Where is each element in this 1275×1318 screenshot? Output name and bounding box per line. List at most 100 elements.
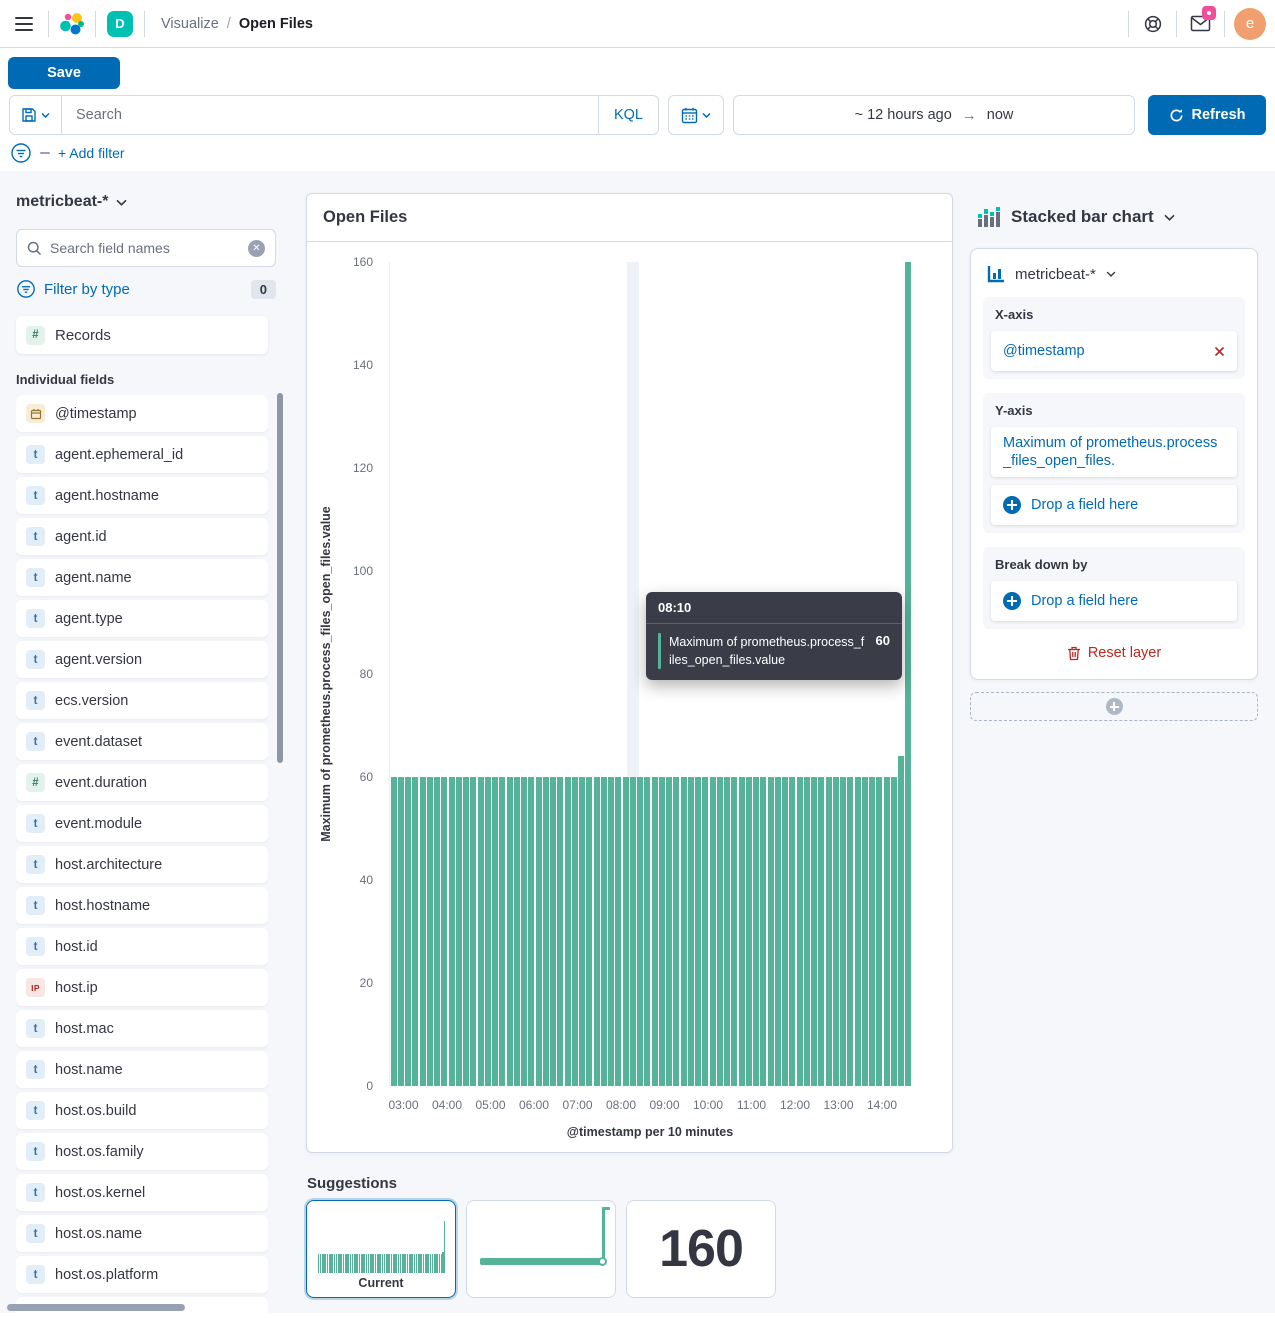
bar[interactable] [695, 777, 701, 1086]
bar[interactable] [717, 777, 723, 1086]
suggestion-metric[interactable]: 160 [626, 1200, 776, 1298]
bar[interactable] [608, 777, 614, 1086]
bar[interactable] [811, 777, 817, 1086]
field-list-item[interactable]: thost.os.platform [16, 1256, 268, 1293]
breadcrumb-visualize[interactable]: Visualize [161, 16, 219, 32]
bar[interactable] [623, 777, 629, 1086]
bar[interactable] [579, 777, 585, 1086]
bar[interactable] [434, 777, 440, 1086]
filter-by-type-link[interactable]: Filter by type [44, 281, 130, 298]
bar[interactable] [905, 262, 911, 1086]
bar[interactable] [826, 777, 832, 1086]
bar[interactable] [818, 777, 824, 1086]
bar[interactable] [514, 777, 520, 1086]
bar[interactable] [710, 777, 716, 1086]
bar[interactable] [463, 777, 469, 1086]
bar[interactable] [688, 777, 694, 1086]
bar[interactable] [659, 777, 665, 1086]
layer-index-pattern-switcher[interactable]: metricbeat-* [987, 265, 1243, 283]
elastic-logo[interactable] [49, 0, 95, 47]
bar[interactable] [594, 777, 600, 1086]
bar[interactable] [782, 777, 788, 1086]
bar[interactable] [441, 777, 447, 1086]
field-list-item[interactable]: thost.os.family [16, 1133, 268, 1170]
bar[interactable] [768, 777, 774, 1086]
bar[interactable] [775, 777, 781, 1086]
save-button[interactable]: Save [8, 57, 120, 89]
help-icon[interactable] [1129, 0, 1176, 47]
bar[interactable] [420, 777, 426, 1086]
field-list-item[interactable]: tevent.dataset [16, 723, 268, 760]
bar[interactable] [470, 777, 476, 1086]
bar[interactable] [492, 777, 498, 1086]
bar[interactable] [681, 777, 687, 1086]
bar[interactable] [521, 777, 527, 1086]
bar[interactable] [833, 777, 839, 1086]
bar[interactable] [876, 777, 882, 1086]
bar[interactable] [398, 777, 404, 1086]
x-dimension-label[interactable]: @timestamp [1003, 343, 1085, 359]
bar[interactable] [485, 777, 491, 1086]
bar[interactable] [550, 777, 556, 1086]
index-pattern-switcher[interactable]: metricbeat-* [0, 171, 292, 211]
bar[interactable] [412, 777, 418, 1086]
bar[interactable] [427, 777, 433, 1086]
query-language-button[interactable]: KQL [598, 96, 658, 134]
bar[interactable] [724, 777, 730, 1086]
bar[interactable] [586, 777, 592, 1086]
bar[interactable] [601, 777, 607, 1086]
field-list-item[interactable]: IPhost.ip [16, 969, 268, 1006]
bar[interactable] [898, 756, 904, 1086]
bar[interactable] [731, 777, 737, 1086]
bar[interactable] [855, 777, 861, 1086]
field-list-item[interactable]: tagent.name [16, 559, 268, 596]
bar[interactable] [572, 777, 578, 1086]
refresh-button[interactable]: Refresh [1148, 95, 1266, 135]
horizontal-scrollbar[interactable] [7, 1304, 185, 1311]
reset-layer-button[interactable]: Reset layer [983, 645, 1245, 661]
bar[interactable] [565, 777, 571, 1086]
field-list-item[interactable]: thost.os.build [16, 1092, 268, 1129]
filter-options-icon[interactable] [10, 142, 32, 164]
time-range-end[interactable]: now [987, 107, 1014, 123]
field-list-item[interactable]: tevent.module [16, 805, 268, 842]
bar[interactable] [543, 777, 549, 1086]
bar[interactable] [862, 777, 868, 1086]
time-range-start[interactable]: ~ 12 hours ago [855, 107, 952, 123]
date-picker-quick-menu-button[interactable] [668, 95, 724, 135]
bar[interactable] [702, 777, 708, 1086]
user-menu[interactable]: e [1225, 0, 1275, 47]
time-range-picker[interactable]: ~ 12 hours ago → now [733, 95, 1135, 135]
field-list-item[interactable]: #event.duration [16, 764, 268, 801]
bar[interactable] [666, 777, 672, 1086]
field-list-scrollbar[interactable] [277, 393, 283, 763]
field-list-item[interactable]: tagent.version [16, 641, 268, 678]
remove-dimension-icon[interactable] [1214, 346, 1225, 357]
bar[interactable] [869, 777, 875, 1086]
suggestion-current[interactable]: Current [306, 1200, 456, 1298]
saved-query-menu-button[interactable] [10, 96, 62, 134]
bar[interactable] [644, 777, 650, 1086]
field-list-item[interactable]: thost.os.kernel [16, 1174, 268, 1211]
bar[interactable] [630, 777, 636, 1086]
bar[interactable] [652, 777, 658, 1086]
break-down-drop-target[interactable]: Drop a field here [991, 581, 1237, 621]
bar[interactable] [478, 777, 484, 1086]
field-list-item[interactable]: tecs.version [16, 682, 268, 719]
field-list-item[interactable]: thost.id [16, 928, 268, 965]
bar[interactable] [739, 777, 745, 1086]
field-list-item[interactable]: thost.name [16, 1051, 268, 1088]
field-list-item[interactable]: thost.os.name [16, 1215, 268, 1252]
field-list-item[interactable]: tagent.hostname [16, 477, 268, 514]
search-input[interactable] [62, 96, 598, 134]
field-list-item[interactable]: tagent.id [16, 518, 268, 555]
bar[interactable] [673, 777, 679, 1086]
field-list-item[interactable]: thost.architecture [16, 846, 268, 883]
field-search-input[interactable] [50, 240, 240, 256]
bar[interactable] [391, 777, 397, 1086]
y-dimension-label[interactable]: Maximum of prometheus.process_files_open… [1003, 427, 1225, 477]
bar[interactable] [746, 777, 752, 1086]
bar[interactable] [891, 777, 897, 1086]
bar[interactable] [405, 777, 411, 1086]
bar[interactable] [507, 777, 513, 1086]
